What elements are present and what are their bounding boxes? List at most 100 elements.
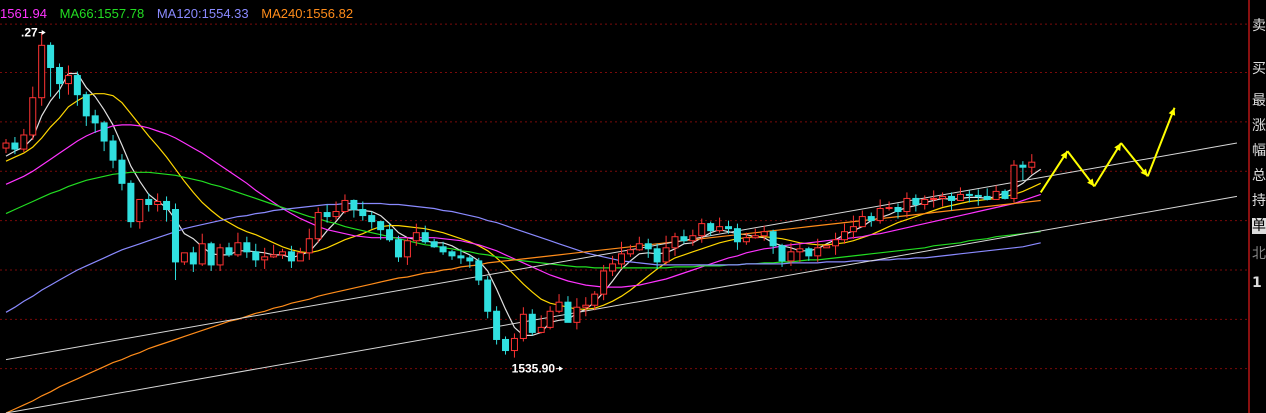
candle-body-100 [894, 207, 902, 213]
candle-body-87 [778, 245, 786, 262]
candle-body-60 [537, 326, 545, 333]
candle-body-107 [956, 193, 964, 201]
quote-side-panel: 卖 买 最 涨 幅 总 持 单 北 1 [1249, 0, 1266, 413]
candle-body-31 [279, 251, 287, 256]
candle-body-108 [965, 193, 973, 196]
candle-body-14 [127, 182, 135, 223]
candle-body-48 [430, 241, 438, 248]
candle-body-57 [510, 337, 518, 352]
candle-body-42 [377, 221, 385, 231]
candle-body-7 [64, 75, 72, 85]
candle-body-8 [73, 75, 81, 96]
price-chart-canvas[interactable]: .27 1535.90 [0, 0, 1249, 413]
candle-body-56 [502, 338, 510, 352]
candle-body-68 [609, 263, 617, 272]
projection-segment-2 [1093, 142, 1122, 187]
candle-body-84 [751, 235, 759, 239]
candle-body-85 [760, 231, 768, 237]
candle-body-86 [769, 231, 777, 247]
candlestick-chart[interactable]: .27 1535.90 1561.94 MA66:1557.78 MA120:15… [0, 0, 1266, 413]
side-change-label: 涨 [1252, 118, 1266, 134]
candle-body-16 [145, 198, 153, 205]
candle-body-111 [992, 190, 1000, 200]
candle-body-11 [100, 122, 108, 142]
annotation-label-1: 1535.90 [512, 362, 556, 376]
candle-body-92 [823, 245, 831, 249]
annotation-arrowhead-1 [559, 366, 564, 372]
candle-body-43 [386, 229, 394, 241]
candle-body-65 [582, 304, 590, 308]
candle-body-39 [350, 199, 358, 211]
ma-line-ma10 [5, 93, 1041, 310]
candle-body-96 [858, 216, 866, 228]
annotation-label-0: .27 [21, 26, 38, 40]
candle-body-63 [564, 301, 572, 323]
candle-body-36 [323, 212, 331, 218]
candle-body-106 [948, 195, 956, 201]
candle-body-12 [109, 140, 117, 161]
candle-body-104 [930, 197, 938, 200]
candle-body-52 [466, 257, 474, 262]
side-range-label: 幅 [1252, 143, 1266, 159]
legend-ma66: MA66:1557.78 [59, 6, 145, 21]
candle-body-83 [742, 237, 750, 243]
ma-legend: 1561.94 MA66:1557.78 MA120:1554.33 MA240… [0, 6, 362, 21]
legend-ma120: MA120:1554.33 [156, 6, 249, 21]
candle-body-44 [394, 239, 402, 258]
projection-segment-4 [1146, 107, 1176, 177]
candle-body-70 [626, 249, 634, 255]
candle-body-88 [787, 251, 795, 262]
trend-channel-lower [5, 195, 1238, 413]
candle-body-81 [725, 226, 733, 230]
candle-body-3 [29, 97, 37, 136]
candle-body-28 [252, 251, 260, 261]
candle-body-97 [867, 216, 875, 222]
candle-body-82 [733, 228, 741, 243]
candle-body-41 [368, 215, 376, 223]
candle-body-24 [216, 247, 224, 266]
ma-line-ma66 [5, 171, 1041, 269]
candle-body-61 [546, 310, 554, 328]
candle-body-10 [91, 115, 99, 124]
candle-body-64 [573, 306, 581, 323]
side-latest-label: 最 [1252, 93, 1266, 109]
candle-body-77 [689, 235, 697, 242]
side-buy-label[interactable]: 买 [1252, 61, 1266, 77]
candle-body-32 [287, 251, 295, 262]
candle-body-27 [243, 242, 251, 253]
candle-body-76 [680, 236, 688, 242]
candle-body-91 [814, 247, 822, 257]
candle-body-9 [82, 94, 90, 117]
candle-body-25 [225, 247, 233, 256]
candle-body-62 [555, 301, 563, 312]
candle-body-5 [47, 44, 55, 68]
candle-body-114 [1019, 164, 1027, 168]
candle-body-0 [2, 142, 10, 149]
candle-body-78 [698, 223, 706, 237]
candle-body-59 [528, 313, 536, 333]
candle-body-33 [296, 252, 304, 262]
side-total-label: 总 [1252, 168, 1266, 184]
candle-body-98 [876, 208, 884, 222]
candle-body-38 [341, 199, 349, 213]
side-single-label[interactable]: 单 [1252, 218, 1266, 234]
candle-body-66 [591, 293, 599, 306]
candle-body-69 [617, 253, 625, 265]
side-position-label: 持 [1252, 193, 1266, 209]
candle-body-34 [305, 238, 313, 254]
legend-ma240: MA240:1556.82 [261, 6, 354, 21]
candle-body-80 [716, 226, 724, 232]
candle-body-113 [1010, 164, 1018, 199]
side-sell-label[interactable]: 卖 [1252, 18, 1266, 34]
candle-body-67 [600, 270, 608, 295]
candle-body-37 [332, 211, 340, 218]
candle-body-15 [136, 198, 144, 223]
candle-body-35 [314, 212, 322, 240]
candle-body-45 [403, 240, 411, 258]
candle-body-55 [493, 310, 501, 340]
candle-body-20 [180, 252, 188, 263]
candle-body-51 [457, 255, 465, 259]
candle-body-23 [207, 243, 215, 266]
candle-body-40 [359, 209, 367, 217]
candle-body-103 [921, 198, 929, 205]
